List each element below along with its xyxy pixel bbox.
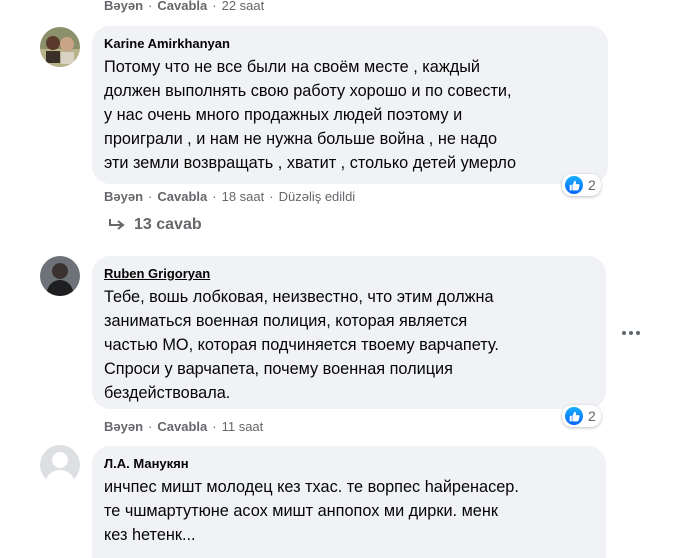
separator: · — [212, 419, 217, 434]
comment-author[interactable]: Л.А. Манукян — [104, 455, 594, 472]
comment-actions-prev: Bəyən · Cavabla · 22 saat — [104, 0, 264, 13]
avatar-image-icon — [40, 256, 80, 296]
reaction-count[interactable]: 2 — [562, 174, 601, 196]
avatar[interactable] — [40, 256, 80, 296]
comment-text: Тебе, вошь лобковая, неизвестно, что эти… — [104, 288, 499, 402]
avatar-image-icon — [40, 27, 80, 67]
dot-icon — [622, 331, 626, 335]
separator: · — [148, 419, 153, 434]
reaction-count[interactable]: 2 — [562, 405, 601, 427]
comment-actions: Bəyən · Cavabla · 18 saat · Düzəliş edil… — [104, 189, 355, 204]
comment-author[interactable]: Ruben Grigoryan — [104, 265, 594, 282]
like-action[interactable]: Bəyən — [104, 189, 143, 204]
timestamp[interactable]: 18 saat — [222, 189, 265, 204]
like-action[interactable]: Bəyən — [104, 419, 143, 434]
timestamp[interactable]: 22 saat — [222, 0, 265, 13]
reply-action[interactable]: Cavabla — [157, 419, 207, 434]
like-icon — [565, 407, 583, 425]
like-action[interactable]: Bəyən — [104, 0, 143, 13]
like-icon — [565, 176, 583, 194]
default-user-icon — [40, 445, 80, 485]
reaction-number: 2 — [588, 177, 596, 193]
comment-bubble: Л.А. Манукян инчпес мишт молодец кез тха… — [92, 446, 606, 558]
comment-actions: Bəyən · Cavabla · 11 saat — [104, 419, 263, 434]
reaction-number: 2 — [588, 408, 596, 424]
dot-icon — [636, 331, 640, 335]
avatar[interactable] — [40, 445, 80, 485]
timestamp[interactable]: 11 saat — [222, 419, 264, 434]
dot-icon — [629, 331, 633, 335]
separator: · — [212, 189, 217, 204]
view-replies-link[interactable]: 13 cavab — [108, 216, 202, 234]
comment-author[interactable]: Karine Amirkhanyan — [104, 35, 596, 52]
separator: · — [212, 0, 217, 13]
replies-count: 13 cavab — [134, 216, 202, 233]
avatar[interactable] — [40, 27, 80, 67]
comment-bubble: Ruben Grigoryan Тебе, вошь лобковая, неи… — [92, 256, 606, 409]
more-options-button[interactable] — [622, 331, 640, 335]
comment-text: инчпес мишт молодец кез тхас. те ворпес … — [104, 478, 519, 544]
comment-text: Потому что не все были на своём месте , … — [104, 58, 517, 172]
edited-label: Düzəliş edildi — [278, 189, 356, 204]
separator: · — [269, 189, 274, 204]
comment-bubble: Karine Amirkhanyan Потому что не все был… — [92, 26, 608, 184]
separator: · — [148, 189, 153, 204]
reply-action[interactable]: Cavabla — [157, 189, 207, 204]
reply-action[interactable]: Cavabla — [157, 0, 207, 13]
reply-arrow-icon — [109, 219, 125, 230]
separator: · — [148, 0, 153, 13]
